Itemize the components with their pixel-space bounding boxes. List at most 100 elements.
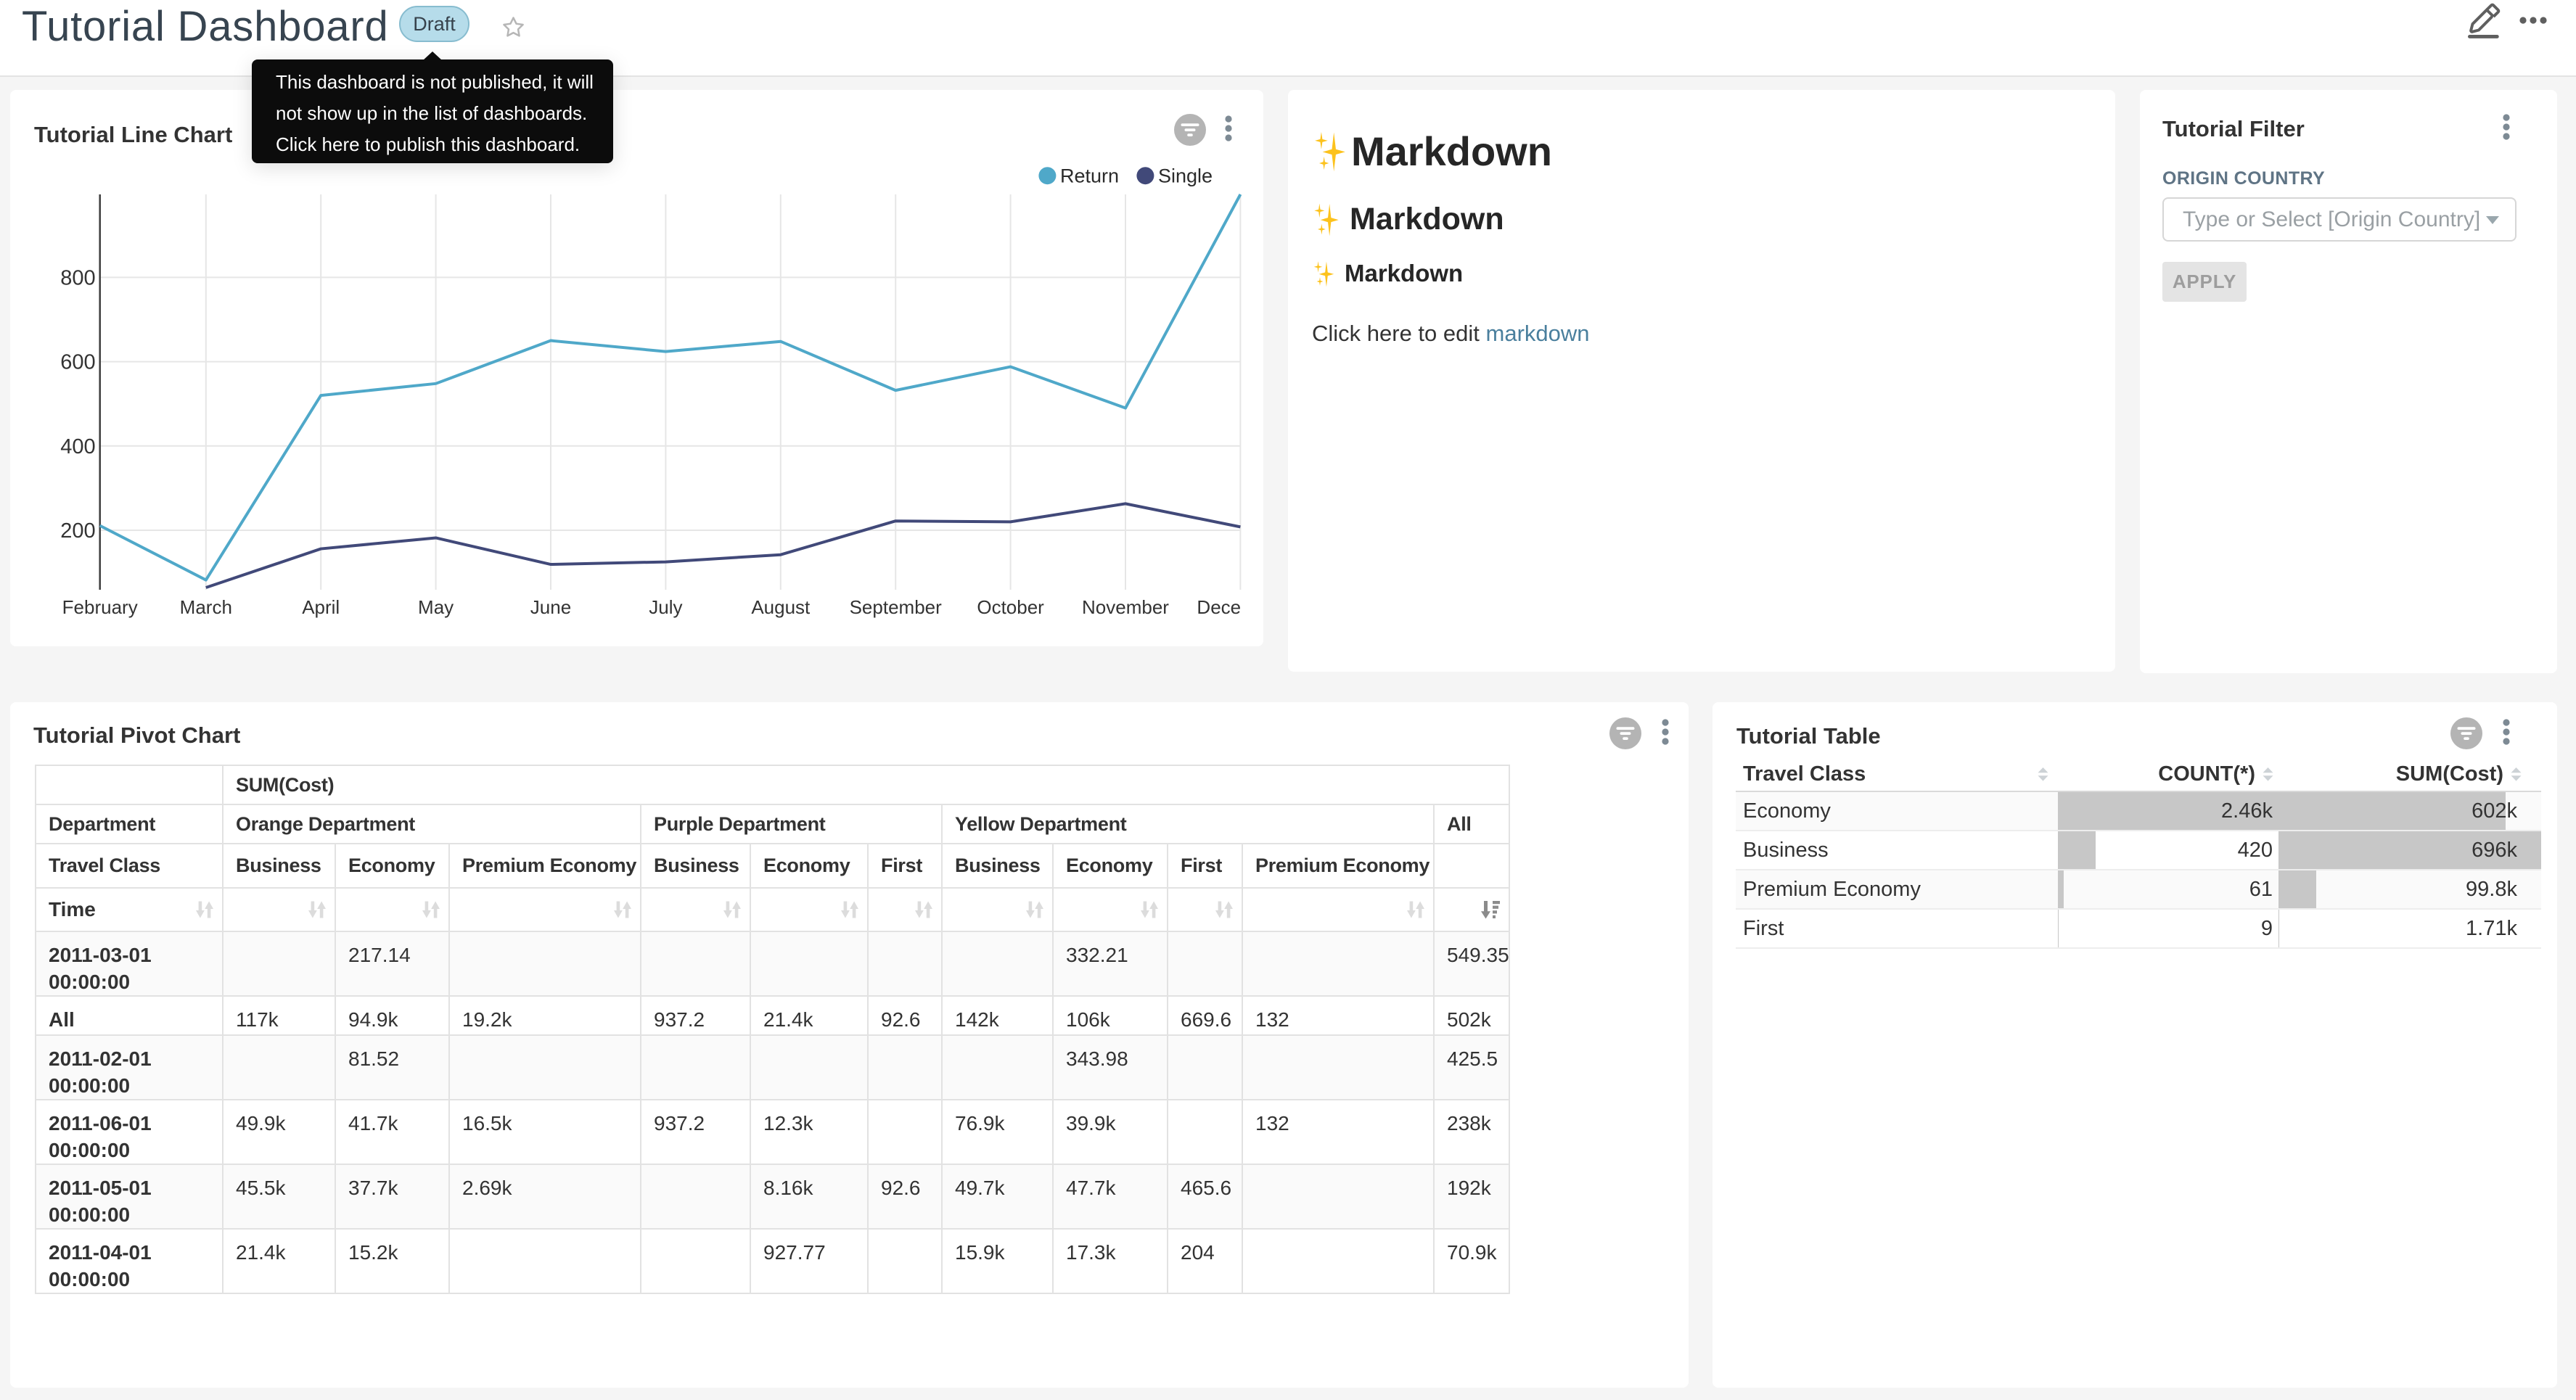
pivot-class-header[interactable]: Business [223,844,335,888]
apply-button[interactable]: APPLY [2162,262,2247,302]
col-header-count[interactable]: COUNT(*) [2058,757,2278,791]
kebab-menu-icon[interactable] [2502,114,2511,143]
cell-travel-class: Premium Economy [1736,870,2058,909]
edit-dashboard-pencil-icon[interactable] [2466,3,2502,39]
pivot-value-cell [641,931,750,996]
pivot-column-sorter[interactable] [1053,888,1168,931]
sort-icon [1215,900,1233,919]
kebab-menu-icon[interactable] [1661,719,1670,748]
origin-country-select[interactable]: Type or Select [Origin Country] [2162,197,2516,242]
pivot-class-header[interactable]: First [1168,844,1242,888]
pivot-class-header[interactable]: Premium Economy [449,844,641,888]
pivot-value-cell: 70.9k [1434,1229,1509,1293]
pivot-value-cell [1242,1229,1434,1293]
pivot-row-label: 2011-02-0100:00:00 [36,1035,223,1100]
pivot-row-dimension-sorter[interactable]: Time [36,888,223,931]
markdown-h2: Markdown [1312,199,1504,239]
status-badge-draft[interactable]: Draft [399,6,469,42]
pivot-value-cell: 937.2 [641,996,750,1035]
filter-indicator-icon[interactable] [2450,717,2482,749]
tooltip-arrow [423,52,442,60]
filter-indicator-icon[interactable] [1609,717,1641,749]
cell-bar [2058,870,2064,908]
pivot-column-sorter[interactable] [942,888,1053,931]
x-axis-label: December [1197,596,1263,618]
pivot-group-header[interactable]: Purple Department [641,804,942,844]
filter-title: Tutorial Filter [2162,118,2305,140]
pivot-class-header[interactable]: Business [641,844,750,888]
table-row: Economy2.46k602k [1736,791,2541,831]
legend-label-single[interactable]: Single [1158,165,1213,187]
markdown-edit-link[interactable]: markdown [1486,321,1590,346]
cell-travel-class: Economy [1736,791,2058,831]
pivot-class-header[interactable]: Economy [1053,844,1168,888]
pivot-value-cell: 94.9k [335,996,449,1035]
line-chart[interactable]: FebruaryMarchAprilMayJuneJulyAugustSepte… [10,90,1263,646]
pivot-value-cell [641,1164,750,1229]
dashboard-page: Tutorial Dashboard Draft This dashboard … [0,0,2576,1400]
legend-label-return[interactable]: Return [1060,165,1119,187]
pivot-class-header[interactable]: First [868,844,942,888]
x-axis-label: April [302,596,340,618]
pivot-value-cell: 92.6 [868,1164,942,1229]
card-tutorial-table: Tutorial Table Travel Class COUNT(*) SUM… [1712,702,2557,1388]
pivot-value-cell: 45.5k [223,1164,335,1229]
pivot-column-sorter[interactable] [750,888,868,931]
favorite-star-icon[interactable] [501,15,526,40]
pivot-value-cell: 927.77 [750,1229,868,1293]
pivot-class-header[interactable]: Economy [335,844,449,888]
pivot-value-cell: 81.52 [335,1035,449,1100]
table-title: Tutorial Table [1736,725,1881,747]
x-axis-label: November [1082,596,1169,618]
pivot-group-header[interactable]: Yellow Department [942,804,1434,844]
pivot-column-sorter[interactable] [449,888,641,931]
col-header-travel-class[interactable]: Travel Class [1736,757,2058,791]
pivot-data-row: All117k94.9k19.2k937.221.4k92.6142k106k6… [36,996,1509,1035]
y-axis-label: 200 [60,519,95,543]
tooltip-line: This dashboard is not published, it will [276,67,613,98]
pivot-column-sorter[interactable] [1168,888,1242,931]
pivot-column-sorter[interactable] [1242,888,1434,931]
pivot-value-cell: 21.4k [750,996,868,1035]
sort-icon [308,900,326,919]
pivot-value-cell [449,1035,641,1100]
cell-count: 2.46k [2058,791,2278,831]
x-axis-label: August [751,596,811,618]
markdown-h3: Markdown [1312,258,1463,289]
filter-field-label: ORIGIN COUNTRY [2162,168,2325,189]
pivot-title: Tutorial Pivot Chart [33,724,240,746]
pivot-value-cell [1242,931,1434,996]
kebab-menu-icon[interactable] [2502,719,2511,748]
pivot-value-cell: 117k [223,996,335,1035]
col-header-sum-cost[interactable]: SUM(Cost) [2278,757,2541,791]
pivot-value-cell [1168,931,1242,996]
header-more-menu-icon[interactable] [2515,4,2551,36]
legend-dot-single[interactable] [1136,167,1154,184]
pivot-column-sorter[interactable] [335,888,449,931]
pivot-group-header[interactable]: Orange Department [223,804,641,844]
table-row: Business420696k [1736,831,2541,870]
column-sort-caret-icon [2510,767,2522,782]
pivot-column-sorter[interactable] [1434,888,1509,931]
cell-sum: 696k [2278,831,2541,870]
pivot-value-cell: 106k [1053,996,1168,1035]
select-placeholder: Type or Select [Origin Country] [2183,207,2480,232]
pivot-corner-cell [36,765,223,804]
sort-icon [196,900,213,919]
pivot-class-header[interactable] [1434,844,1509,888]
pivot-column-sorter[interactable] [868,888,942,931]
pivot-class-header[interactable]: Business [942,844,1053,888]
markdown-h1: Markdown [1312,126,1552,176]
pivot-value-cell: 39.9k [1053,1100,1168,1164]
sort-icon [1141,900,1158,919]
column-sort-caret-icon [2037,767,2049,782]
pivot-value-cell [1242,1035,1434,1100]
pivot-column-sorter[interactable] [641,888,750,931]
pivot-class-header[interactable]: Economy [750,844,868,888]
pivot-column-sorter[interactable] [223,888,335,931]
pivot-class-header[interactable]: Premium Economy [1242,844,1434,888]
pivot-value-cell: 21.4k [223,1229,335,1293]
pivot-group-header[interactable]: All [1434,804,1509,844]
pivot-value-cell: 15.2k [335,1229,449,1293]
legend-dot-return[interactable] [1038,167,1056,184]
